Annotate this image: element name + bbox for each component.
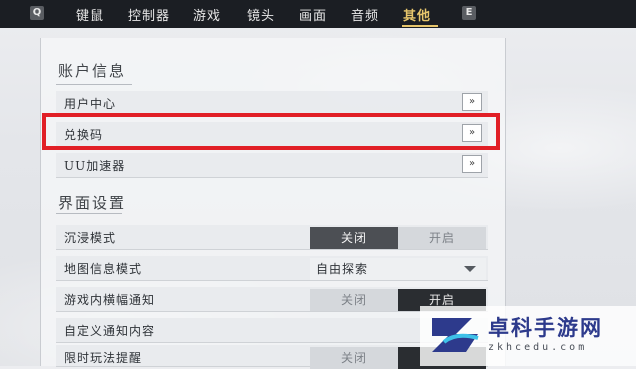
double-chevron-right-icon[interactable]: » [462,155,482,173]
tab-audio[interactable]: 音频 [351,5,379,24]
highlight-box [42,113,500,150]
map-info-mode-label: 地图信息模式 [64,262,143,276]
active-tab-indicator [402,25,438,27]
caret-down-icon [464,266,476,272]
immersive-mode-row: 沉浸模式 关闭 开启 [56,225,488,250]
watermark-url: zkhcedu.com [488,342,588,353]
user-center-label: 用户中心 [64,97,117,111]
custom-notify-label: 自定义通知内容 [64,324,156,338]
tab-controller[interactable]: 控制器 [128,5,170,24]
banner-off-button[interactable]: 关闭 [310,289,398,311]
e-key-hint[interactable]: E [462,6,476,20]
tab-keyboard-mouse[interactable]: 键鼠 [76,5,104,24]
tab-camera[interactable]: 镜头 [247,5,275,24]
q-key-hint[interactable]: Q [30,6,44,20]
section-divider [56,84,132,85]
top-tab-bar: Q 键鼠 控制器 游戏 镜头 画面 音频 其他 E [0,0,636,28]
limited-reminder-label: 限时玩法提醒 [64,351,143,365]
banner-notify-label: 游戏内横幅通知 [64,293,156,307]
immersive-mode-label: 沉浸模式 [64,231,117,245]
tab-game[interactable]: 游戏 [193,5,221,24]
section-divider [56,213,122,214]
immersive-on-button[interactable]: 开启 [398,227,486,249]
uu-accelerator-label: UU加速器 [64,159,126,173]
immersive-off-button[interactable]: 关闭 [310,227,398,249]
map-info-mode-select[interactable]: 自由探索 [310,258,486,280]
account-section-title: 账户信息 [58,62,127,80]
map-info-mode-row: 地图信息模式 自由探索 [56,256,488,281]
uu-accelerator-row[interactable]: UU加速器 » [56,153,488,178]
map-info-mode-value: 自由探索 [316,262,369,276]
interface-section-title: 界面设置 [58,194,127,212]
watermark-title: 卓科手游网 [488,316,603,340]
tab-graphics[interactable]: 画面 [299,5,327,24]
tab-other[interactable]: 其他 [403,5,431,24]
site-logo-icon [432,318,479,352]
double-chevron-right-icon[interactable]: » [462,93,482,111]
